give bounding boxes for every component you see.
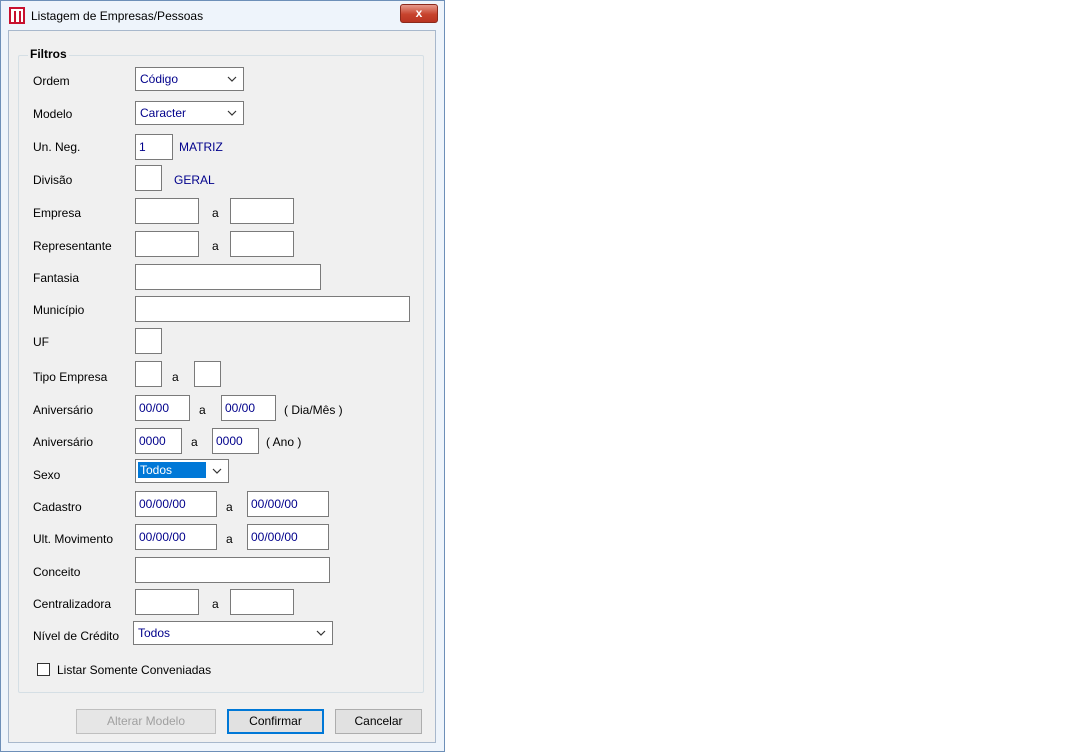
ult-movimento-to-input[interactable]: 00/00/00: [247, 524, 329, 550]
chevron-down-icon: [212, 468, 222, 474]
empresa-range-sep: a: [212, 206, 219, 220]
aniversario-dm-from-input[interactable]: 00/00: [135, 395, 190, 421]
tipo-empresa-label: Tipo Empresa: [33, 370, 108, 384]
fantasia-label: Fantasia: [33, 271, 80, 285]
window-title: Listagem de Empresas/Pessoas: [31, 9, 204, 23]
cancelar-button[interactable]: Cancelar: [335, 709, 422, 734]
conveniadas-label[interactable]: Listar Somente Conveniadas: [57, 663, 211, 677]
title-bar[interactable]: Listagem de Empresas/Pessoas x: [1, 1, 444, 31]
nivel-credito-label: Nível de Crédito: [33, 629, 120, 643]
modelo-label: Modelo: [33, 107, 73, 121]
app-logo-icon: [9, 7, 25, 24]
confirmar-button[interactable]: Confirmar: [227, 709, 324, 734]
centralizadora-from-input[interactable]: [135, 589, 199, 615]
representante-from-input[interactable]: [135, 231, 199, 257]
close-button[interactable]: x: [400, 4, 438, 23]
un-neg-input[interactable]: 1: [135, 134, 173, 160]
sexo-label: Sexo: [33, 468, 61, 482]
modelo-select[interactable]: Caracter: [135, 101, 244, 125]
sexo-select[interactable]: Todos: [135, 459, 229, 483]
centralizadora-label: Centralizadora: [33, 597, 112, 611]
filters-group-title: Filtros: [28, 47, 69, 61]
aniversario-dm-to-input[interactable]: 00/00: [221, 395, 276, 421]
close-icon: x: [415, 6, 423, 20]
representante-to-input[interactable]: [230, 231, 294, 257]
uf-input[interactable]: [135, 328, 162, 354]
representante-range-sep: a: [212, 239, 219, 253]
cadastro-range-sep: a: [226, 500, 233, 514]
empresa-to-input[interactable]: [230, 198, 294, 224]
tipo-empresa-range-sep: a: [172, 370, 179, 384]
uf-label: UF: [33, 335, 49, 349]
aniversario-dm-hint: ( Dia/Mês ): [284, 403, 343, 417]
fantasia-input[interactable]: [135, 264, 321, 290]
cadastro-to-input[interactable]: 00/00/00: [247, 491, 329, 517]
un-neg-label: Un. Neg.: [33, 140, 81, 154]
empresa-from-input[interactable]: [135, 198, 199, 224]
aniversario-dm-label: Aniversário: [33, 403, 94, 417]
municipio-label: Município: [33, 303, 85, 317]
tipo-empresa-to-input[interactable]: [194, 361, 221, 387]
aniversario-dm-range-sep: a: [199, 403, 206, 417]
centralizadora-to-input[interactable]: [230, 589, 294, 615]
modelo-value: Caracter: [140, 106, 187, 120]
alterar-modelo-button[interactable]: Alterar Modelo: [76, 709, 216, 734]
un-neg-description: MATRIZ: [179, 140, 223, 154]
cadastro-label: Cadastro: [33, 500, 82, 514]
divisao-label: Divisão: [33, 173, 73, 187]
nivel-credito-value: Todos: [138, 626, 171, 640]
municipio-input[interactable]: [135, 296, 410, 322]
centralizadora-range-sep: a: [212, 597, 219, 611]
cadastro-from-input[interactable]: 00/00/00: [135, 491, 217, 517]
chevron-down-icon: [316, 630, 326, 636]
aniversario-ano-from-input[interactable]: 0000: [135, 428, 182, 454]
chevron-down-icon: [227, 76, 237, 82]
empresa-label: Empresa: [33, 206, 82, 220]
sexo-value: Todos: [138, 462, 206, 478]
ult-movimento-range-sep: a: [226, 532, 233, 546]
aniversario-ano-to-input[interactable]: 0000: [212, 428, 259, 454]
aniversario-ano-range-sep: a: [191, 435, 198, 449]
ult-movimento-from-input[interactable]: 00/00/00: [135, 524, 217, 550]
chevron-down-icon: [227, 110, 237, 116]
ordem-label: Ordem: [33, 74, 70, 88]
aniversario-ano-label: Aniversário: [33, 435, 94, 449]
ult-movimento-label: Ult. Movimento: [33, 532, 114, 546]
conceito-label: Conceito: [33, 565, 81, 579]
divisao-input[interactable]: [135, 165, 162, 191]
conveniadas-checkbox[interactable]: [37, 663, 50, 676]
aniversario-ano-hint: ( Ano ): [266, 435, 302, 449]
nivel-credito-select[interactable]: Todos: [133, 621, 333, 645]
tipo-empresa-from-input[interactable]: [135, 361, 162, 387]
conceito-input[interactable]: [135, 557, 330, 583]
divisao-description: GERAL: [174, 173, 215, 187]
ordem-value: Código: [140, 72, 179, 86]
ordem-select[interactable]: Código: [135, 67, 244, 91]
representante-label: Representante: [33, 239, 112, 253]
